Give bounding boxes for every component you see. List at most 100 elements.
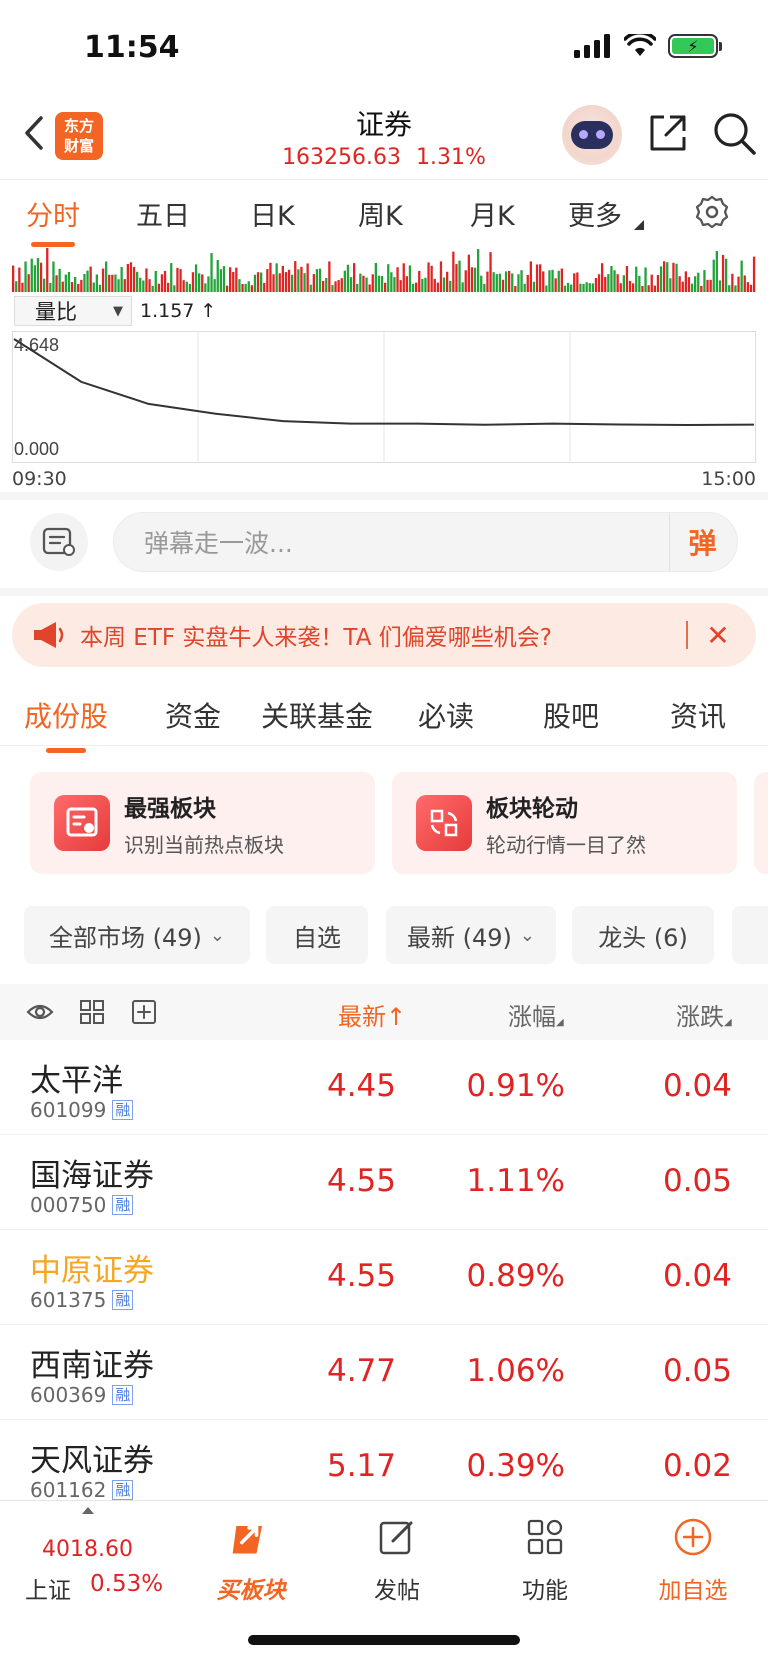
sort-by-change[interactable]: 涨跌◢	[676, 997, 732, 1032]
volume-bar	[619, 283, 622, 292]
volume-bar	[396, 267, 399, 292]
volume-bar	[353, 263, 356, 292]
volume-bar	[526, 274, 529, 292]
volume-bar	[694, 276, 697, 292]
grid-view-icon[interactable]	[78, 998, 106, 1026]
volume-bar	[24, 261, 27, 292]
share-icon[interactable]	[646, 111, 690, 155]
volume-bar	[728, 285, 731, 292]
volume-bar	[700, 285, 703, 292]
volume-bar	[464, 270, 467, 292]
volume-bar	[139, 277, 142, 292]
sort-by-pct[interactable]: 涨幅◢	[508, 997, 564, 1032]
danmu-settings-button[interactable]	[30, 513, 88, 571]
volume-bar	[232, 271, 235, 292]
volume-bar	[340, 278, 343, 292]
tab-related-funds[interactable]: 关联基金	[261, 695, 373, 735]
filter-latest-label: 最新 (49)	[407, 923, 512, 952]
volume-bar	[520, 270, 523, 292]
promo-banner[interactable]: 本周 ETF 实盘牛人来袭！TA 们偏爱哪些机会? ✕	[12, 603, 756, 667]
section-tabs: 成份股 资金 关联基金 必读 股吧 资讯	[0, 680, 768, 746]
filter-watchlist-label: 自选	[293, 923, 341, 952]
table-row[interactable]: 中原证券 601375 融 4.55 0.89% 0.04	[0, 1230, 768, 1325]
tab-more[interactable]: 更多	[568, 194, 622, 233]
volume-bar	[80, 279, 83, 292]
volume-bar	[477, 249, 480, 292]
search-icon[interactable]	[710, 109, 758, 157]
post-button[interactable]: 发帖	[342, 1515, 452, 1605]
stock-change: 0.05	[662, 1353, 732, 1389]
table-row[interactable]: 国海证券 000750 融 4.55 1.11% 0.05	[0, 1135, 768, 1230]
promo-separator	[686, 621, 688, 649]
tab-capital-flow[interactable]: 资金	[165, 695, 221, 735]
volume-bar	[628, 280, 632, 292]
feature-card-sector-rotation[interactable]: 板块轮动 轮动行情一目了然	[392, 772, 737, 874]
volume-bar	[752, 256, 756, 292]
ai-assistant-button[interactable]	[562, 105, 622, 165]
volume-bar	[529, 261, 532, 292]
stock-name: 西南证券	[30, 1348, 154, 1384]
volume-bar	[666, 262, 669, 292]
margin-badge: 融	[112, 1480, 134, 1500]
stock-price: 4.55	[326, 1258, 396, 1294]
add-box-icon[interactable]	[130, 998, 158, 1026]
volume-bar	[473, 267, 477, 292]
promo-text: 本周 ETF 实盘牛人来袭！TA 们偏爱哪些机会?	[80, 625, 552, 651]
filter-leaders-label: 龙头 (6)	[598, 923, 688, 952]
table-row[interactable]: 西南证券 600369 融 4.77 1.06% 0.05	[0, 1325, 768, 1420]
volume-bar	[508, 270, 511, 292]
volume-bar	[495, 274, 498, 292]
filter-more[interactable]	[732, 906, 768, 964]
volume-bar	[70, 282, 74, 292]
volume-bar	[390, 272, 393, 292]
volume-bar	[120, 266, 123, 292]
tab-news[interactable]: 资讯	[670, 695, 726, 735]
volume-bar	[411, 283, 415, 292]
tab-weekly-k[interactable]: 周K	[358, 194, 403, 233]
filter-latest[interactable]: 最新 (49) ⌄	[386, 906, 556, 964]
table-row[interactable]: 天风证券 601162 融 5.17 0.39% 0.02	[0, 1420, 768, 1500]
indicator-select[interactable]: 量比 ▼	[14, 296, 132, 326]
volume-bar	[98, 284, 102, 292]
tab-monthly-k[interactable]: 月K	[470, 194, 515, 233]
add-watchlist-button[interactable]: 加自选	[638, 1515, 748, 1605]
gear-icon[interactable]	[694, 194, 730, 230]
divider	[0, 492, 768, 500]
volume-bar	[749, 284, 753, 292]
chart-period-tabs: 分时 五日 日K 周K 月K 更多	[0, 180, 768, 242]
feature-card-strongest-sector[interactable]: 最强板块 识别当前热点板块	[30, 772, 375, 874]
danmu-send-button[interactable]: 弹	[669, 513, 735, 571]
tab-must-read[interactable]: 必读	[418, 695, 474, 735]
volume-bar	[204, 283, 207, 292]
tab-forum[interactable]: 股吧	[543, 695, 599, 735]
volume-bar	[365, 277, 368, 292]
feature-card-next[interactable]	[754, 772, 768, 874]
buy-sector-button[interactable]: 买板块	[196, 1515, 306, 1605]
status-bar: 11:54 ⚡	[0, 0, 768, 95]
volume-bar	[545, 285, 548, 292]
volume-bar	[266, 269, 269, 292]
filter-market[interactable]: 全部市场 (49) ⌄	[24, 906, 250, 964]
tab-intraday[interactable]: 分时	[26, 194, 80, 233]
volume-bar	[170, 263, 173, 292]
sort-by-price[interactable]: 最新↑	[338, 997, 406, 1032]
eye-icon[interactable]	[26, 998, 54, 1026]
volume-bar	[427, 262, 430, 292]
volume-bar	[690, 283, 694, 292]
volume-bar	[442, 277, 446, 292]
sort-by-price-label: 最新	[338, 1003, 386, 1031]
volume-bar	[238, 279, 241, 292]
tab-constituents[interactable]: 成份股	[24, 695, 108, 735]
tab-five-day[interactable]: 五日	[136, 194, 190, 233]
table-row[interactable]: 太平洋 601099 融 4.45 0.91% 0.04	[0, 1040, 768, 1135]
tab-daily-k[interactable]: 日K	[250, 194, 295, 233]
feature-card-subtitle: 识别当前热点板块	[124, 832, 284, 857]
filter-watchlist[interactable]: 自选	[266, 906, 368, 964]
volume-bar	[374, 262, 377, 292]
danmu-input[interactable]: 弹幕走一波... 弹	[113, 512, 738, 572]
close-icon[interactable]: ✕	[700, 617, 736, 653]
filter-leaders[interactable]: 龙头 (6)	[572, 906, 714, 964]
functions-button[interactable]: 功能	[490, 1515, 600, 1605]
volume-bar	[278, 273, 281, 292]
volume-bar	[179, 269, 182, 292]
